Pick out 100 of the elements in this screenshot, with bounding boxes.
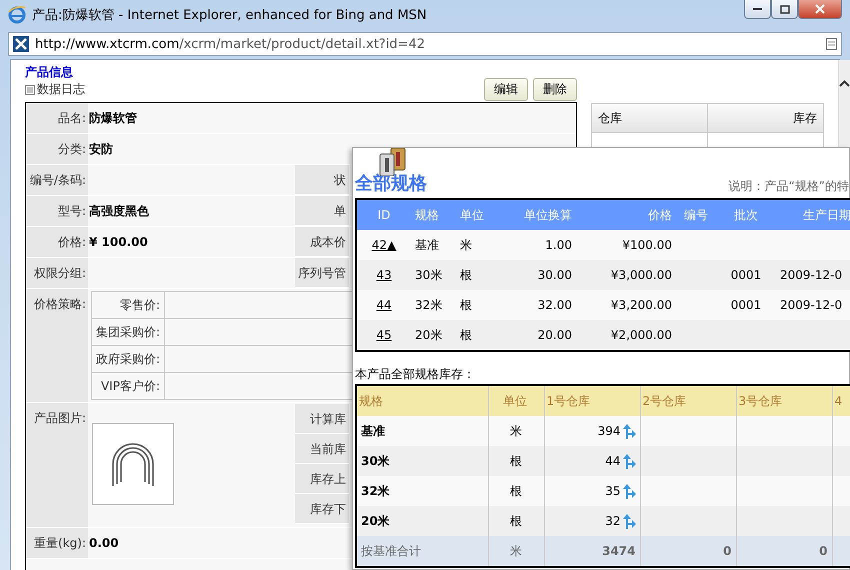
- table-cell: 30米: [415, 268, 442, 282]
- column-header: 库存: [792, 110, 818, 127]
- field-label: 品名:: [26, 103, 88, 133]
- browser-icon: [8, 6, 26, 24]
- document-icon[interactable]: [826, 38, 837, 50]
- table-cell: 30.00: [538, 268, 572, 282]
- field-label: 产品图片:: [26, 403, 88, 527]
- column-header: 编号: [676, 199, 716, 230]
- close-button[interactable]: [798, 0, 842, 19]
- field-label: 型号:: [26, 196, 88, 226]
- arrow-icon[interactable]: [622, 483, 636, 499]
- field-label: 分类:: [26, 134, 88, 164]
- column-header: 价格: [576, 199, 676, 230]
- field-label: 计算库: [295, 404, 349, 434]
- table-cell: 米: [460, 238, 472, 252]
- field-label: 价格:: [26, 227, 88, 257]
- spec-id-link[interactable]: 42▲: [372, 238, 396, 252]
- field-label: 序列号管: [295, 258, 349, 288]
- field-label: 当前库: [295, 434, 349, 464]
- field-label: 权限分组:: [26, 258, 88, 288]
- field-label: 库存下: [295, 494, 349, 524]
- maximize-button[interactable]: [771, 0, 798, 19]
- field-value: 安防: [89, 142, 113, 156]
- action-button[interactable]: 编辑: [484, 78, 528, 101]
- table-cell: 20.00: [538, 328, 572, 342]
- price-label: 集团采购价:: [92, 319, 165, 345]
- field-value: ¥ 100.00: [89, 235, 148, 249]
- data-log-link[interactable]: 数据日志: [25, 81, 85, 98]
- column-header: 规格: [356, 385, 488, 416]
- column-header: 3号仓库: [736, 385, 832, 416]
- page-icon: [13, 36, 29, 52]
- table-cell: 32: [605, 514, 620, 528]
- maximize-icon: [780, 4, 790, 14]
- section-heading: 产品信息: [25, 64, 74, 78]
- minimize-button[interactable]: [744, 0, 771, 19]
- table-cell: ¥100.00: [622, 238, 672, 252]
- table-cell: 35: [605, 484, 620, 498]
- spec-id-link[interactable]: 43: [376, 268, 392, 282]
- field-label: 重量(kg):: [26, 528, 88, 558]
- arrow-icon[interactable]: [622, 513, 636, 529]
- address-text: http://www.xtcrm.com/xcrm/market/product/detail.xt?id=42: [35, 36, 426, 52]
- field-value: 高强度黑色: [89, 204, 149, 218]
- column-header: 单位: [456, 199, 501, 230]
- table-cell: ¥3,200.00: [610, 298, 672, 312]
- column-header: 单位: [488, 385, 544, 416]
- table-cell: 米: [488, 536, 544, 567]
- price-label: 零售价:: [92, 292, 165, 318]
- column-header: 单位换算: [501, 199, 576, 230]
- field-label: 单: [295, 196, 349, 226]
- price-label: 政府采购价:: [92, 346, 165, 372]
- arrow-icon[interactable]: [622, 453, 636, 469]
- column-header: 生产日期: [776, 199, 850, 230]
- spec-id-link[interactable]: 44: [376, 298, 392, 312]
- scroll-up-icon[interactable]: [839, 80, 850, 87]
- arrow-icon[interactable]: [622, 423, 636, 439]
- table-cell: 2009-12-0: [780, 298, 842, 312]
- column-header: 规格: [411, 199, 456, 230]
- field-value: 0.00: [89, 536, 119, 550]
- close-icon: [815, 4, 825, 14]
- table-cell: 基准: [415, 238, 439, 252]
- field-label: 状: [295, 165, 349, 195]
- document-icon: [25, 84, 35, 94]
- total-cell: 3474: [602, 544, 636, 558]
- table-cell: 32.00: [538, 298, 572, 312]
- spec-id-link[interactable]: 45: [376, 328, 392, 342]
- note-text: 说明：产品“规格”的特: [728, 178, 849, 195]
- table-cell: ¥3,000.00: [610, 268, 672, 282]
- table-cell: 32米: [415, 298, 442, 312]
- address-bar[interactable]: http://www.xtcrm.com/xcrm/market/product/detail.xt?id=42: [8, 32, 842, 56]
- total-cell: 0: [819, 544, 828, 558]
- action-button[interactable]: 删除: [533, 78, 577, 101]
- field-label: 成本价: [295, 227, 349, 257]
- column-header: 仓库: [592, 104, 708, 132]
- table-cell: 根: [460, 268, 472, 282]
- table-cell: 1.00: [545, 238, 572, 252]
- inventory-caption: 本产品全部规格库存：: [355, 366, 476, 383]
- column-header: 4: [832, 385, 850, 416]
- window-title: 产品:防爆软管 - Internet Explorer, enhanced for Bing and MSN: [32, 7, 428, 24]
- table-cell: ¥2,000.00: [610, 328, 672, 342]
- field-label: 编号/条码:: [26, 165, 88, 195]
- field-value: 防爆软管: [89, 111, 137, 125]
- column-header: 1号仓库: [544, 385, 640, 416]
- table-cell: 根: [460, 328, 472, 342]
- column-header: 批次: [716, 199, 776, 230]
- column-header: ID: [356, 199, 411, 230]
- table-cell: 20米: [415, 328, 442, 342]
- popup-title: 全部规格: [355, 172, 427, 196]
- price-label: VIP客户价:: [92, 373, 165, 399]
- table-cell: 根: [460, 298, 472, 312]
- minimize-icon: [753, 7, 762, 11]
- table-cell: 394: [598, 424, 620, 438]
- field-label: 库存上: [295, 464, 349, 494]
- table-cell: 0001: [730, 268, 762, 282]
- column-header: 2号仓库: [640, 385, 736, 416]
- field-label: 价格策略:: [26, 289, 88, 402]
- table-cell: 0001: [730, 298, 762, 312]
- table-cell: 按基准合计: [356, 536, 488, 567]
- table-cell: 2009-12-0: [780, 268, 842, 282]
- total-cell: 0: [723, 544, 732, 558]
- table-cell: 44: [605, 454, 620, 468]
